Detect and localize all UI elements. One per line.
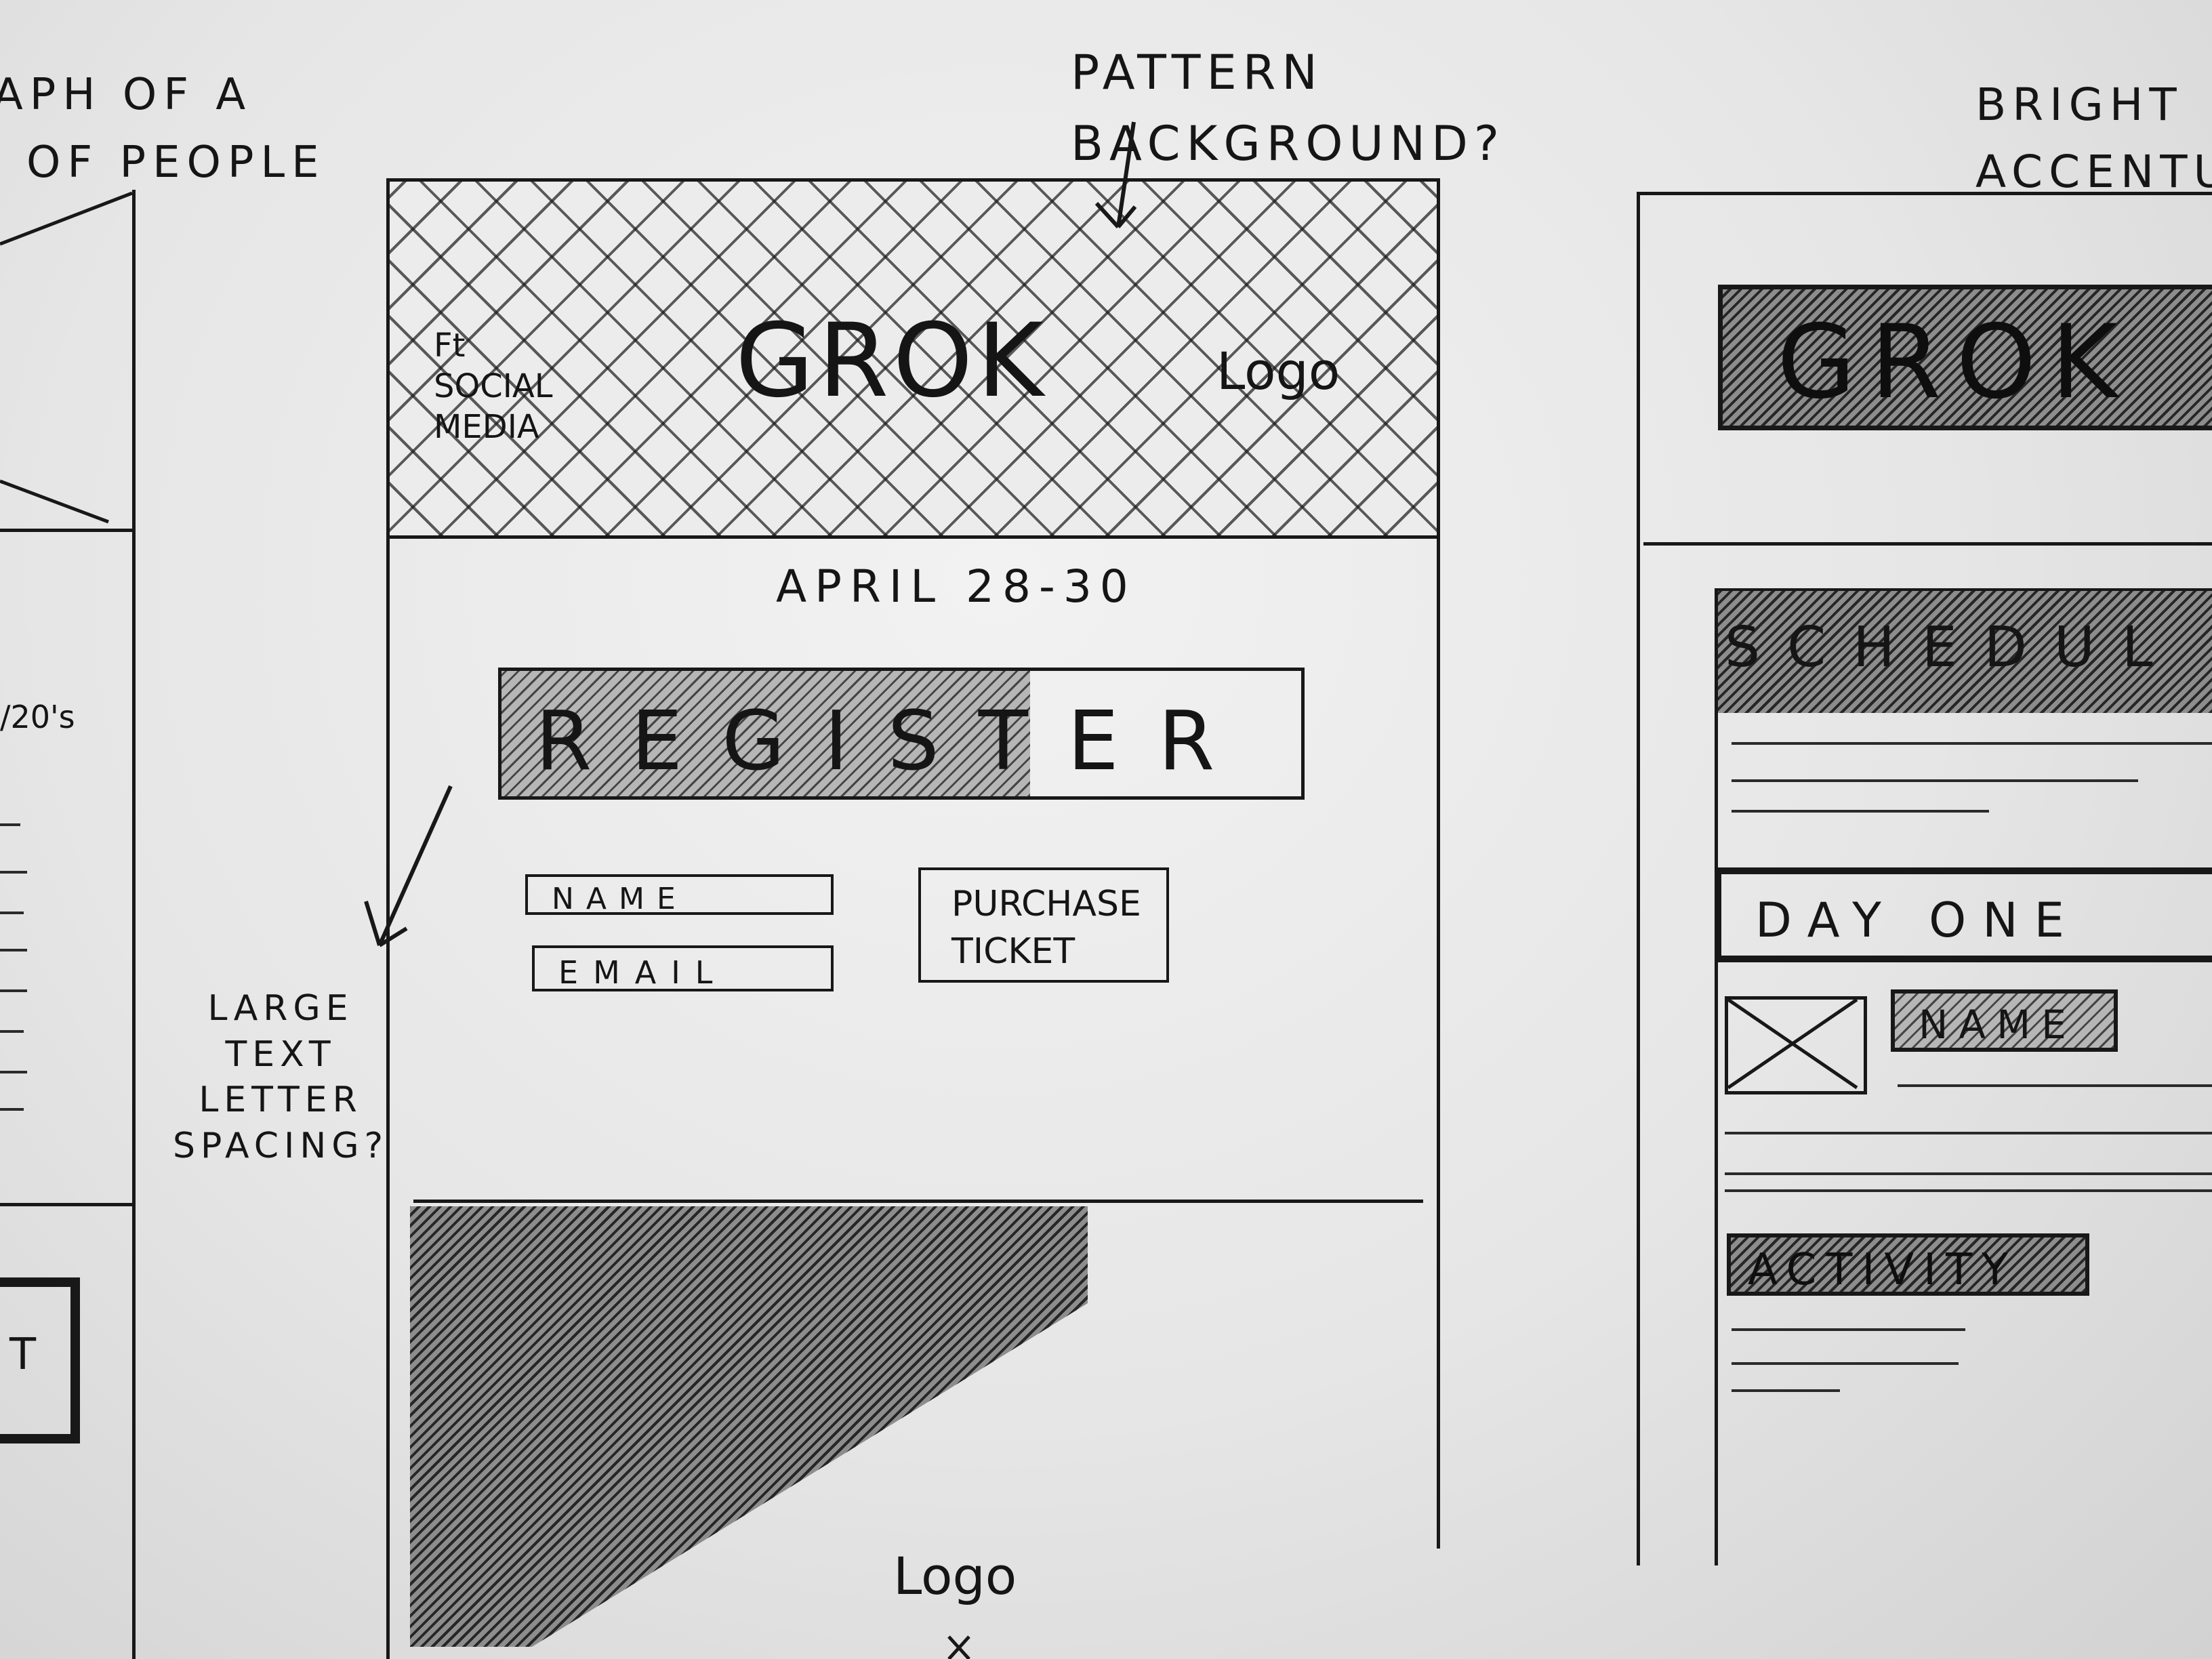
purchase-ticket-button[interactable]: PURCHASE TICKET <box>918 867 1169 983</box>
right-left-border <box>1637 193 1640 1565</box>
email-placeholder: EMAIL <box>558 954 728 991</box>
schedule-text-line <box>1732 810 1989 813</box>
right-top-border <box>1637 192 2212 195</box>
footer-divider <box>413 1200 1423 1203</box>
speaker-photo-placeholder <box>1725 996 1867 1094</box>
speaker-text-line <box>1725 1189 2212 1192</box>
speaker-name: NAME <box>1919 1002 2077 1048</box>
speaker-text-line <box>1898 1084 2212 1087</box>
speaker-name-tag: NAME <box>1891 989 2118 1052</box>
name-placeholder: NAME <box>552 882 688 916</box>
right-title: GROK <box>1777 304 2133 422</box>
right-header-line <box>1643 542 2212 546</box>
annotation-arrows <box>0 121 1858 1659</box>
letter-spacing-annotation: LARGE TEXT LETTER SPACING? <box>173 988 389 1166</box>
letter-spacing-arrow <box>364 785 453 947</box>
schedule-heading: SCHEDUL <box>1725 615 2180 680</box>
activity-tag: ACTIVITY <box>1727 1233 2089 1296</box>
purchase-ticket-label: PURCHASE TICKET <box>951 884 1141 972</box>
footer-logo[interactable]: Logo <box>893 1544 1017 1608</box>
day-one-bar[interactable]: DAY ONE <box>1715 867 2212 962</box>
activity-label: ACTIVITY <box>1748 1245 2018 1295</box>
speaker-text-line <box>1725 1172 2212 1175</box>
activity-text-line <box>1732 1389 1840 1392</box>
schedule-text-line <box>1732 779 2138 782</box>
sketch-paper: APH OF A P OF PEOPLE /20's T PATTERN BAC… <box>0 0 2212 1659</box>
email-input[interactable]: EMAIL <box>532 945 834 991</box>
left-photo-diagonal <box>0 191 133 524</box>
footer-logo-x <box>947 1635 970 1659</box>
right-title-box: GROK <box>1718 285 2212 430</box>
bright-accent-annotation: BRIGHT ACCENTU <box>1975 79 2212 198</box>
day-one-label: DAY ONE <box>1755 893 2081 948</box>
schedule-panel-border <box>1715 590 1718 1565</box>
schedule-text-line <box>1732 742 2212 745</box>
pattern-arrow <box>1094 121 1137 229</box>
activity-text-line <box>1732 1362 1959 1365</box>
activity-text-line <box>1732 1328 1965 1331</box>
speaker-text-line <box>1725 1132 2212 1134</box>
name-input[interactable]: NAME <box>525 874 834 916</box>
